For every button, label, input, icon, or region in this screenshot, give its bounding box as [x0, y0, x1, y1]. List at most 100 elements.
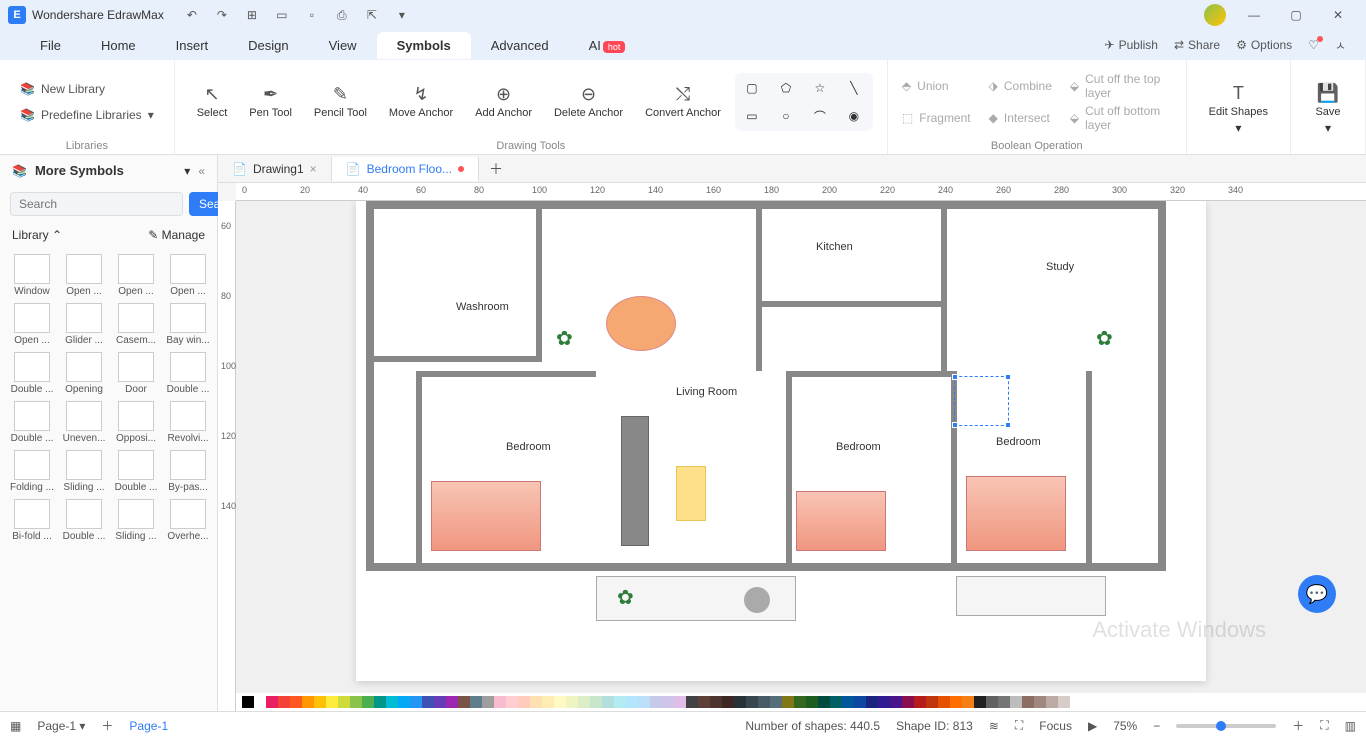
shape-item[interactable]: Casem... [112, 301, 160, 348]
color-swatch[interactable] [746, 696, 758, 708]
color-swatch[interactable] [338, 696, 350, 708]
menu-advanced[interactable]: Advanced [471, 32, 569, 59]
menu-design[interactable]: Design [228, 32, 308, 59]
color-swatch[interactable] [602, 696, 614, 708]
pen-tool[interactable]: ✒Pen Tool [241, 80, 300, 123]
save-icon[interactable]: ▫ [304, 7, 320, 23]
tab-drawing1[interactable]: 📄Drawing1× [218, 157, 332, 181]
color-swatch[interactable] [1034, 696, 1046, 708]
color-swatch[interactable] [986, 696, 998, 708]
color-swatch[interactable] [770, 696, 782, 708]
rug[interactable] [676, 466, 706, 521]
shape-item[interactable]: Double ... [60, 497, 108, 544]
canvas[interactable]: Kitchen Study Washroom Living Room Bedro… [236, 201, 1366, 693]
color-swatch[interactable] [902, 696, 914, 708]
color-swatch[interactable] [818, 696, 830, 708]
publish-button[interactable]: ✈Publish [1105, 38, 1158, 52]
shape-arc[interactable]: ⌒ [807, 105, 833, 127]
shape-line[interactable]: ╲ [841, 77, 867, 99]
color-swatch[interactable] [638, 696, 650, 708]
shape-rect[interactable]: ▢ [739, 77, 765, 99]
shape-item[interactable]: Sliding ... [60, 448, 108, 495]
color-swatch[interactable] [878, 696, 890, 708]
notification-icon[interactable]: ♡ [1308, 38, 1319, 52]
shape-item[interactable]: Double ... [8, 399, 56, 446]
user-avatar[interactable] [1204, 4, 1226, 26]
select-tool[interactable]: ↖Select [189, 80, 236, 123]
bed-2[interactable] [796, 491, 886, 551]
color-swatch[interactable] [974, 696, 986, 708]
shape-item[interactable]: Door [112, 350, 160, 397]
color-swatch[interactable] [698, 696, 710, 708]
color-swatch[interactable] [686, 696, 698, 708]
color-swatch[interactable] [422, 696, 434, 708]
color-swatch[interactable] [758, 696, 770, 708]
shape-star[interactable]: ☆ [807, 77, 833, 99]
color-swatch[interactable] [314, 696, 326, 708]
add-page-button[interactable]: ＋ [101, 717, 113, 734]
panel-icon[interactable]: ▥ [1345, 719, 1356, 733]
shape-item[interactable]: Glider ... [60, 301, 108, 348]
menu-symbols[interactable]: Symbols [377, 32, 471, 59]
search-input[interactable] [10, 192, 183, 216]
collapse-sidebar-icon[interactable]: « [198, 164, 205, 178]
save-button[interactable]: 💾Save▾ [1305, 79, 1351, 138]
color-swatch[interactable] [614, 696, 626, 708]
color-swatch[interactable] [410, 696, 422, 708]
color-swatch[interactable] [326, 696, 338, 708]
color-swatch[interactable] [962, 696, 974, 708]
intersect-button[interactable]: ◆Intersect [989, 104, 1052, 132]
minimize-icon[interactable]: — [1234, 1, 1274, 29]
balcony-1[interactable]: ✿ [596, 576, 796, 621]
color-swatch[interactable] [470, 696, 482, 708]
convert-anchor-tool[interactable]: ⤭Convert Anchor [637, 80, 729, 123]
add-tab-button[interactable]: ＋ [479, 155, 513, 183]
zoom-slider[interactable] [1176, 724, 1276, 728]
shape-item[interactable]: Uneven... [60, 399, 108, 446]
color-swatch[interactable] [734, 696, 746, 708]
color-swatch[interactable] [482, 696, 494, 708]
new-library-button[interactable]: 📚New Library [14, 79, 160, 99]
color-swatch[interactable] [926, 696, 938, 708]
menu-view[interactable]: View [309, 32, 377, 59]
plant-icon[interactable]: ✿ [1096, 326, 1113, 351]
bed-3[interactable] [966, 476, 1066, 551]
color-swatch[interactable] [578, 696, 590, 708]
dining-table[interactable] [606, 296, 676, 351]
open-icon[interactable]: ▭ [274, 7, 290, 23]
color-swatch[interactable] [890, 696, 902, 708]
color-swatch[interactable] [374, 696, 386, 708]
page-selector[interactable]: Page-1 ▾ [37, 719, 85, 733]
shape-item[interactable]: By-pas... [164, 448, 212, 495]
union-button[interactable]: ⬘Union [902, 72, 971, 100]
manage-button[interactable]: ✎ Manage [148, 228, 205, 242]
shape-item[interactable]: Sliding ... [112, 497, 160, 544]
color-swatch[interactable] [398, 696, 410, 708]
color-swatch[interactable] [386, 696, 398, 708]
color-swatch[interactable] [674, 696, 686, 708]
shape-spiral[interactable]: ◉ [841, 105, 867, 127]
delete-anchor-tool[interactable]: ⊖Delete Anchor [546, 80, 631, 123]
color-swatch[interactable] [806, 696, 818, 708]
fit-icon[interactable]: ⛶ [1015, 718, 1023, 733]
shape-pentagon[interactable]: ⬠ [773, 77, 799, 99]
shape-roundrect[interactable]: ▭ [739, 105, 765, 127]
color-swatch[interactable] [350, 696, 362, 708]
color-swatch[interactable] [866, 696, 878, 708]
combine-button[interactable]: ⬗Combine [989, 72, 1052, 100]
color-swatch[interactable] [914, 696, 926, 708]
color-swatch[interactable] [254, 696, 266, 708]
redo-icon[interactable]: ↷ [214, 7, 230, 23]
shape-item[interactable]: Opening [60, 350, 108, 397]
edit-shapes-button[interactable]: TEdit Shapes▾ [1201, 79, 1276, 138]
menu-file[interactable]: File [20, 32, 81, 59]
shape-item[interactable]: Folding ... [8, 448, 56, 495]
color-swatch[interactable] [302, 696, 314, 708]
chevron-down-icon[interactable]: ▾ [394, 7, 410, 23]
shape-item[interactable]: Bay win... [164, 301, 212, 348]
plant-icon[interactable]: ✿ [556, 326, 573, 351]
print-icon[interactable]: ⎙ [334, 7, 350, 23]
shape-item[interactable]: Overhe... [164, 497, 212, 544]
page[interactable]: Kitchen Study Washroom Living Room Bedro… [356, 201, 1206, 681]
color-swatch[interactable] [506, 696, 518, 708]
